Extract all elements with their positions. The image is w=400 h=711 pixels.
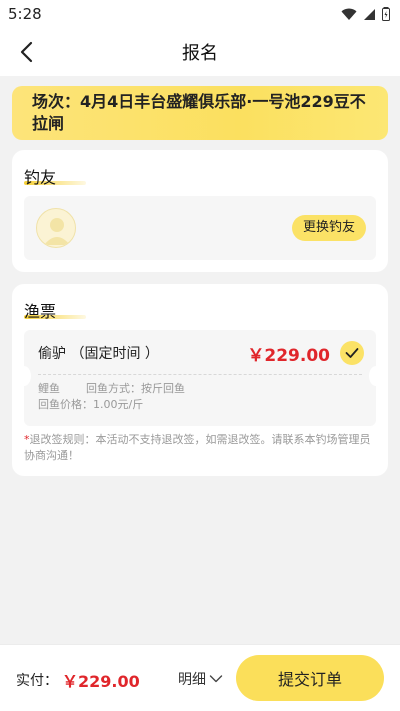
ticket-return-method: 回鱼方式：按斤回鱼 <box>86 382 185 395</box>
status-bar: 5:28 <box>0 0 400 28</box>
ticket-section-title: 渔票 <box>24 302 57 321</box>
page-title: 报名 <box>182 43 218 64</box>
ticket-item[interactable]: 偷驴 （固定时间 ） ￥229.00 鲤鱼 回鱼方式：按斤回鱼 回鱼价格：1.00… <box>17 330 383 426</box>
status-time: 5:28 <box>8 5 42 23</box>
ticket-notch-left <box>17 366 31 386</box>
bottom-bar: 实付： ￥229.00 明细 提交订单 <box>0 644 400 711</box>
submit-order-button[interactable]: 提交订单 <box>236 655 384 701</box>
ticket-notch-right <box>369 366 383 386</box>
angler-row: 更换钓友 <box>24 196 376 260</box>
refund-note: *退改签规则：本活动不支持退改签，如需退改签。请联系本钓场管理员协商沟通！ <box>24 432 376 464</box>
battery-icon <box>382 7 390 21</box>
nav-bar: 报名 <box>0 28 400 76</box>
chevron-left-icon <box>20 41 33 63</box>
session-text: 4月4日丰台盛耀俱乐部·一号池229豆不拉闸 <box>32 92 366 133</box>
check-icon <box>345 348 359 358</box>
change-angler-button[interactable]: 更换钓友 <box>291 215 366 241</box>
ticket-card: 渔票 偷驴 （固定时间 ） ￥229.00 鲤鱼 回鱼方式：按斤回鱼 回鱼价格：1… <box>12 284 388 476</box>
pay-amount: ￥229.00 <box>62 672 140 691</box>
session-label: 场次： <box>32 92 81 111</box>
angler-section-title: 钓友 <box>24 168 57 187</box>
chevron-down-icon <box>209 675 223 683</box>
ticket-price: ￥229.00 <box>247 346 330 366</box>
detail-label: 明细 <box>178 672 206 688</box>
signal-icon <box>364 8 375 20</box>
detail-button[interactable]: 明细 <box>178 669 223 689</box>
ticket-fish: 鲤鱼 <box>38 382 60 395</box>
session-banner: 场次：4月4日丰台盛耀俱乐部·一号池229豆不拉闸 <box>12 86 388 140</box>
refund-note-text: 退改签规则：本活动不支持退改签，如需退改签。请联系本钓场管理员协商沟通！ <box>24 433 371 462</box>
ticket-info-row: 鲤鱼 回鱼方式：按斤回鱼 <box>38 380 211 396</box>
ticket-divider <box>38 374 362 375</box>
avatar <box>36 208 76 248</box>
back-button[interactable] <box>14 38 38 66</box>
pay-label: 实付： <box>16 673 58 689</box>
ticket-name: 偷驴 （固定时间 ） <box>38 346 159 362</box>
user-icon <box>44 218 70 245</box>
ticket-select-button[interactable] <box>340 341 364 365</box>
status-icons <box>341 7 390 21</box>
wifi-icon <box>341 8 357 20</box>
angler-card: 钓友 更换钓友 <box>12 150 388 272</box>
ticket-return-price: 回鱼价格：1.00元/斤 <box>38 398 144 411</box>
